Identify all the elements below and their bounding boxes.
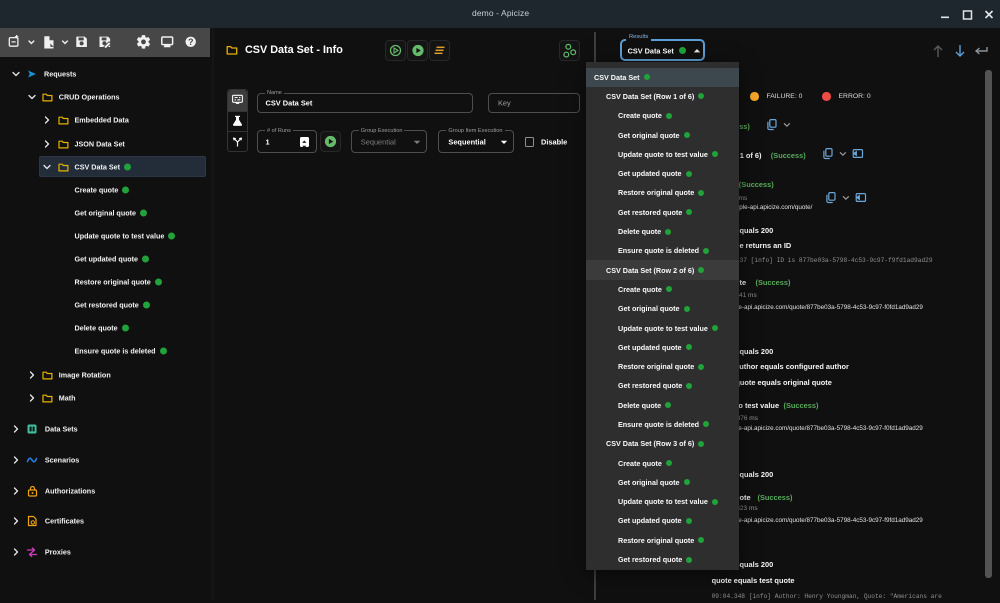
svg-text:?: ? <box>188 37 194 47</box>
